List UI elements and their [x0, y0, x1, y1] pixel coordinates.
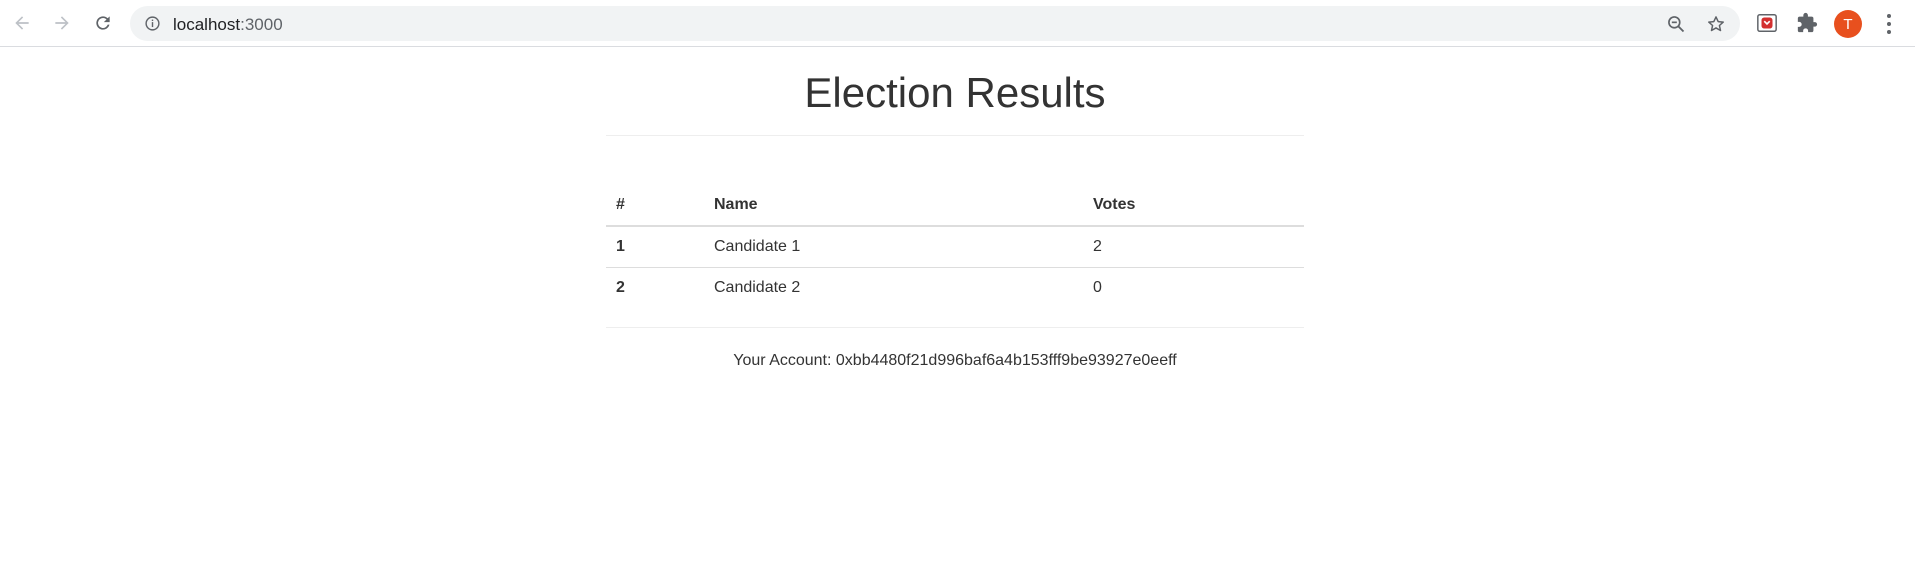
profile-initial: T [1843, 15, 1853, 33]
row-name: Candidate 1 [714, 237, 801, 255]
browser-toolbar: localhost:3000 T [0, 0, 1915, 47]
extensions-button[interactable] [1796, 12, 1818, 34]
page-title: Election Results [804, 69, 1106, 116]
row-index: 1 [616, 237, 625, 255]
title-divider [606, 135, 1304, 136]
reload-button[interactable] [87, 7, 119, 39]
table-header-row: # Name Votes [606, 184, 1304, 227]
zoom-out-icon[interactable] [1666, 14, 1686, 34]
back-icon [15, 16, 29, 30]
info-icon[interactable] [144, 15, 161, 32]
row-votes: 2 [1093, 237, 1102, 255]
row-votes: 0 [1083, 266, 1304, 308]
header-name: Name [704, 184, 1083, 227]
row-index: 2 [606, 266, 704, 308]
table-row: 2 Candidate 2 0 [606, 266, 1304, 308]
profile-avatar[interactable]: T [1834, 10, 1862, 38]
menu-dot [1887, 22, 1891, 26]
menu-dot [1887, 14, 1891, 18]
content-divider [606, 327, 1304, 328]
star-icon[interactable] [1706, 14, 1726, 34]
pocket-extension-button[interactable] [1756, 12, 1778, 34]
back-button[interactable] [6, 7, 38, 39]
header-index: # [606, 184, 704, 227]
url-text[interactable]: localhost:3000 [173, 15, 283, 35]
header-votes: Votes [1083, 184, 1304, 227]
forward-icon [55, 16, 69, 30]
account-text: Your Account: 0xbb4480f21d996baf6a4b153f… [733, 352, 1177, 369]
address-bar[interactable]: localhost:3000 [130, 6, 1740, 41]
reload-icon [96, 16, 110, 30]
url-port: :3000 [240, 15, 283, 34]
table-row: 1 Candidate 1 2 [606, 226, 1304, 267]
url-host: localhost [173, 15, 241, 34]
puzzle-extension-icon [1797, 12, 1818, 33]
results-table: # Name Votes 1 Candidate 1 2 2 Candidate… [606, 184, 1304, 308]
forward-button[interactable] [46, 7, 78, 39]
pocket-extension-icon [1757, 14, 1777, 32]
kebab-menu-icon[interactable] [1878, 12, 1900, 36]
row-name: Candidate 2 [704, 266, 1083, 308]
menu-dot [1887, 30, 1891, 34]
